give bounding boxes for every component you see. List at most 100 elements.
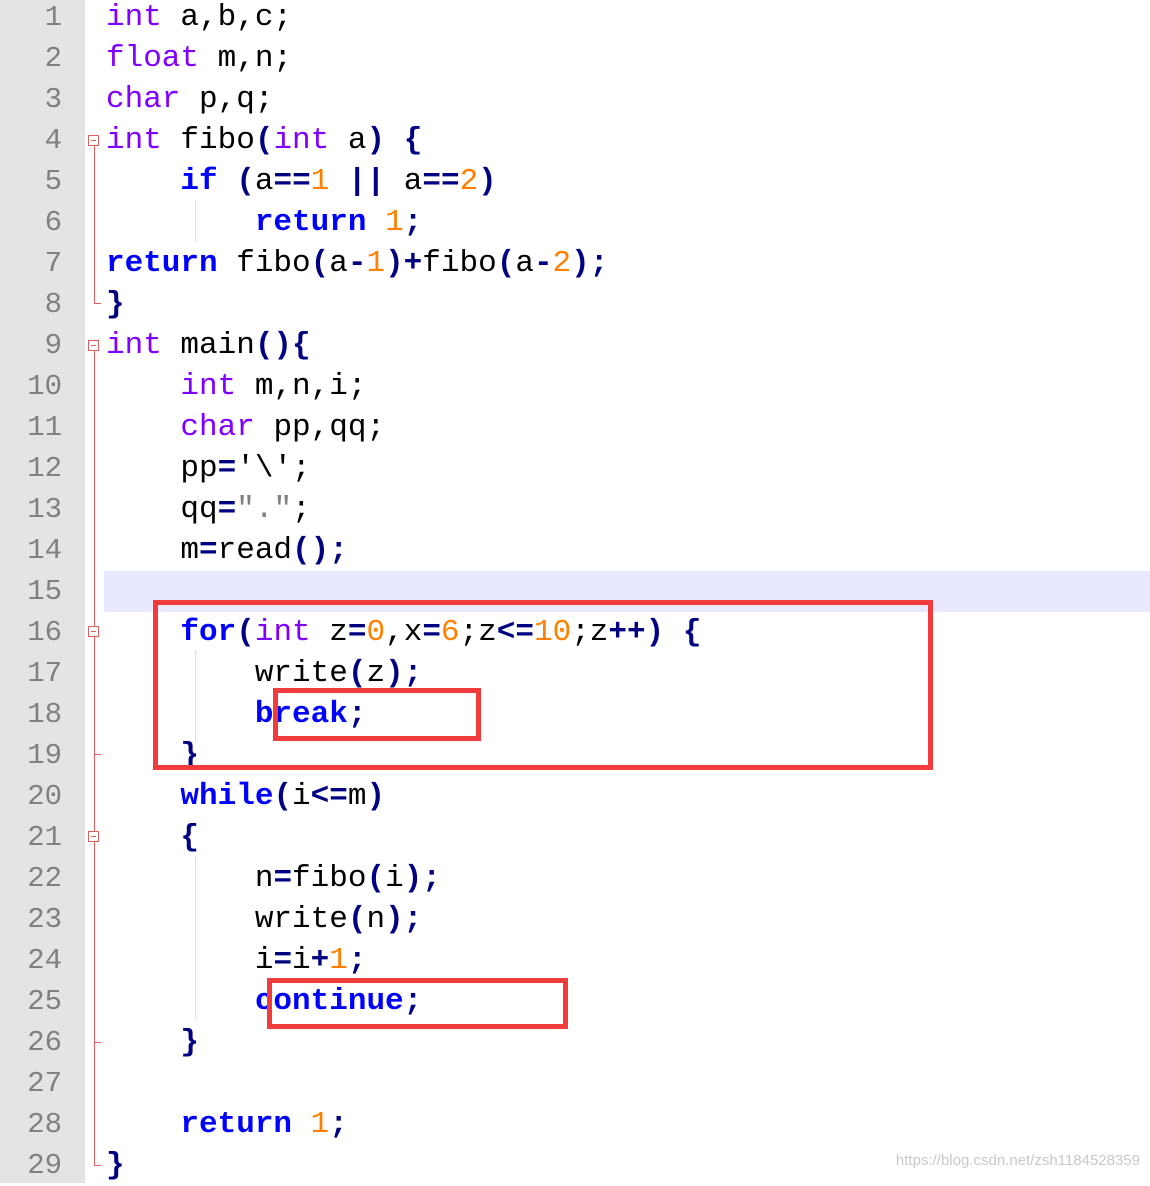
code-line[interactable]: 20 while(i<=m) [0,776,1150,817]
code-line[interactable]: 13 qq="."; [0,489,1150,530]
code-line[interactable]: 22 n=fibo(i); [0,858,1150,899]
code-line[interactable]: 28 return 1; [0,1104,1150,1145]
code-token: n [366,902,386,937]
code-editor[interactable]: 1 int a,b,c; 2 float m,n; 3 char p,q; 4 int fib… [0,0,1150,1183]
code-token: ); [385,902,423,937]
line-number: 29 [27,1149,62,1182]
code-line[interactable]: 12 pp='\'; [0,448,1150,489]
fold-toggle-icon[interactable] [88,831,99,842]
line-number: 16 [27,616,62,649]
line-number: 10 [27,370,62,403]
code-token: ); [403,861,441,896]
code-token: char [180,410,255,445]
code-line[interactable]: 3 char p,q; [0,79,1150,120]
fold-toggle-icon[interactable] [88,626,99,637]
code-line[interactable]: 23 write(n); [0,899,1150,940]
code-line[interactable]: 10 int m,n,i; [0,366,1150,407]
indent-guide [195,856,196,1020]
code-token: '\'; [236,451,311,486]
line-number: 15 [27,575,62,608]
code-token: 1 [366,246,386,281]
fold-line [94,145,95,303]
code-token: = [217,492,237,527]
code-text[interactable]: int fibo(int a) { [106,120,422,161]
code-line[interactable]: 14 m=read(); [0,530,1150,571]
line-number: 17 [27,657,62,690]
line-number: 7 [44,247,62,280]
code-text[interactable]: n=fibo(i); [106,858,441,899]
line-number: 9 [44,329,62,362]
code-token: fibo [217,246,311,281]
code-line[interactable]: 5 if (a==1 || a==2) [0,161,1150,202]
code-text[interactable]: int a,b,c; [106,0,292,38]
code-text[interactable]: return fibo(a-1)+fibo(a-2); [106,243,608,284]
code-token: ) [366,123,386,158]
code-line[interactable]: 6 return 1; [0,202,1150,243]
code-token: == [273,164,311,199]
code-line[interactable]: 24 i=i+1; [0,940,1150,981]
code-text[interactable]: pp='\'; [106,448,311,489]
line-number: 6 [44,206,62,239]
code-line[interactable]: 21 { [0,817,1150,858]
code-line[interactable]: 25 continue; [0,981,1150,1022]
code-line[interactable]: 9 int main(){ [0,325,1150,366]
fold-toggle-icon[interactable] [88,135,99,146]
line-number: 2 [44,42,62,75]
code-token: 1 [385,205,404,240]
code-token: ; [329,1107,348,1142]
fold-toggle-icon[interactable] [88,340,99,351]
code-text[interactable]: char p,q; [106,79,273,120]
code-line[interactable]: 1 int a,b,c; [0,0,1150,38]
code-line[interactable]: 4 int fibo(int a) { [0,120,1150,161]
code-line[interactable]: 2 float m,n; [0,38,1150,79]
code-token: )+ [385,246,423,281]
code-line[interactable]: 26 } [0,1022,1150,1063]
code-token: = [217,451,237,486]
code-line[interactable]: 7 return fibo(a-1)+fibo(a-2); [0,243,1150,284]
code-token: fibo [292,861,367,896]
code-text[interactable]: i=i+1; [106,940,367,981]
code-line[interactable]: 8} [0,284,1150,325]
code-text[interactable]: qq="."; [106,489,311,530]
code-text[interactable]: write(n); [106,899,422,940]
line-number: 3 [44,83,62,116]
code-token: } [180,1025,200,1060]
code-text[interactable]: int main(){ [106,325,311,366]
code-text[interactable]: } [106,284,125,325]
code-text[interactable]: { [106,817,199,858]
continue-highlight-box [267,978,568,1029]
code-text[interactable]: char pp,qq; [106,407,385,448]
line-number: 25 [27,985,62,1018]
code-text[interactable]: return 1; [106,1104,348,1145]
code-text[interactable]: m=read(); [106,530,347,571]
code-text[interactable]: while(i<=m) [106,776,385,817]
code-text[interactable]: if (a==1 || a==2) [106,161,496,202]
code-token: == [422,164,460,199]
code-token: 1 [329,943,348,978]
code-text[interactable]: float m,n; [106,38,292,79]
line-number: 27 [27,1067,62,1100]
code-text[interactable]: return 1; [106,202,422,243]
fold-end [94,1042,101,1043]
code-line[interactable]: 27 [0,1063,1150,1104]
line-number: 11 [27,411,62,444]
code-token: 1 [310,1107,330,1142]
code-token: if [180,164,218,199]
code-token: - [533,246,553,281]
code-line[interactable]: 11 char pp,qq; [0,407,1150,448]
code-token: ; [292,492,311,527]
line-number: 23 [27,903,62,936]
code-token: int [273,123,330,158]
code-text[interactable]: } [106,1145,125,1186]
code-token: int [106,0,162,35]
code-text[interactable]: } [106,1022,199,1063]
code-token: || [347,164,386,199]
code-text[interactable]: int m,n,i; [106,366,366,407]
